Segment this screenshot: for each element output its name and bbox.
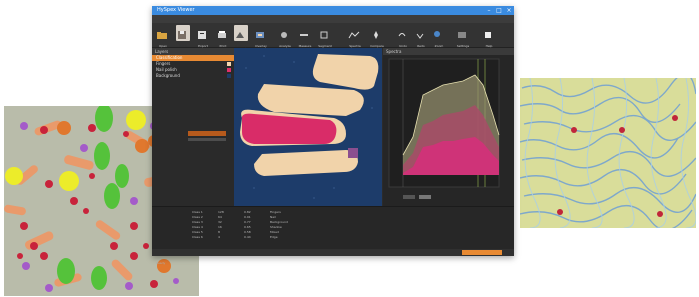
toolbar-spectra-button[interactable]: Spectra (348, 25, 362, 48)
layer-color-swatch (227, 74, 231, 78)
spectrum-panel: Spectra (383, 48, 514, 206)
spectrum-icon (348, 31, 360, 39)
plot-control-button[interactable] (403, 195, 415, 199)
segment-icon (320, 31, 328, 39)
microscopy-texture-image (520, 78, 696, 228)
folder-icon (157, 32, 167, 39)
toolbar-print-button[interactable]: Print (216, 25, 230, 48)
maximize-button[interactable]: □ (494, 6, 504, 15)
spectrum-plot (383, 55, 514, 206)
print-icon (218, 31, 226, 38)
minimize-button[interactable]: – (484, 6, 494, 15)
progress-track (188, 138, 226, 141)
gear-icon (458, 32, 466, 38)
toolbar-zoom-button[interactable]: Zoom (432, 25, 446, 48)
compare-icon (374, 31, 378, 39)
layer-color-swatch (227, 62, 231, 66)
help-icon (485, 32, 491, 38)
results-table: Class 1 128 0.82 Fingers Class 2 64 0.91 Nail … (152, 206, 514, 250)
spectrum-panel-header: Spectra (383, 48, 514, 55)
window-title: HySpex Viewer (157, 7, 195, 13)
toolbar-measure-button[interactable]: Measure (298, 25, 312, 48)
progress-bar (188, 131, 226, 136)
toolbar-help-button[interactable]: Help (482, 25, 496, 48)
layers-panel-header: Layers (152, 48, 234, 55)
app-window: HySpex Viewer – □ × File Edit View Tools… (152, 6, 514, 265)
export-icon (198, 31, 206, 39)
zoom-icon (434, 31, 440, 37)
purple-marker (348, 148, 358, 158)
status-action-button[interactable] (462, 250, 502, 255)
measure-icon (300, 34, 308, 36)
analyze-icon (281, 32, 287, 38)
layer-color-swatch (227, 68, 231, 72)
toolbar-undo-button[interactable]: Undo (396, 25, 410, 48)
toolbar-open-button[interactable]: Open (156, 25, 170, 48)
save-icon (178, 31, 186, 39)
toolbar-compare-button[interactable]: Compare (370, 25, 384, 48)
toolbar-classify-button[interactable]: Classify (234, 25, 248, 48)
classified-image-view[interactable] (234, 48, 382, 206)
table-row[interactable]: Class 6 4 0.44 Edge (152, 235, 514, 240)
menu-bar: File Edit View Tools Help (152, 15, 514, 31)
toolbar-redo-button[interactable]: Redo (414, 25, 428, 48)
toolbar: Open Save Export Print Classify Overlay … (152, 23, 514, 48)
status-text: Ready (156, 261, 166, 265)
layer-color-swatch (227, 56, 231, 60)
title-bar: HySpex Viewer – □ × (152, 6, 514, 15)
toolbar-export-button[interactable]: Export (196, 25, 210, 48)
close-button[interactable]: × (504, 6, 514, 15)
undo-icon (398, 33, 406, 37)
plot-control-button[interactable] (419, 195, 431, 199)
toolbar-overlay-button[interactable]: Overlay (254, 25, 268, 48)
toolbar-segment-button[interactable]: Segment (318, 25, 332, 48)
toolbar-save-button[interactable]: Save (176, 25, 190, 48)
toolbar-settings-button[interactable]: Settings (456, 25, 470, 48)
layers-panel: Layers Classification Fingers Nail polis… (152, 48, 235, 206)
status-bar: Ready (152, 249, 514, 265)
toolbar-analyze-button[interactable]: Analyze (278, 25, 292, 48)
layers-icon (256, 32, 264, 38)
fingers-classification-image (234, 48, 382, 206)
layer-item[interactable]: Background (152, 73, 234, 79)
redo-icon (416, 33, 424, 39)
classify-icon (236, 32, 244, 38)
